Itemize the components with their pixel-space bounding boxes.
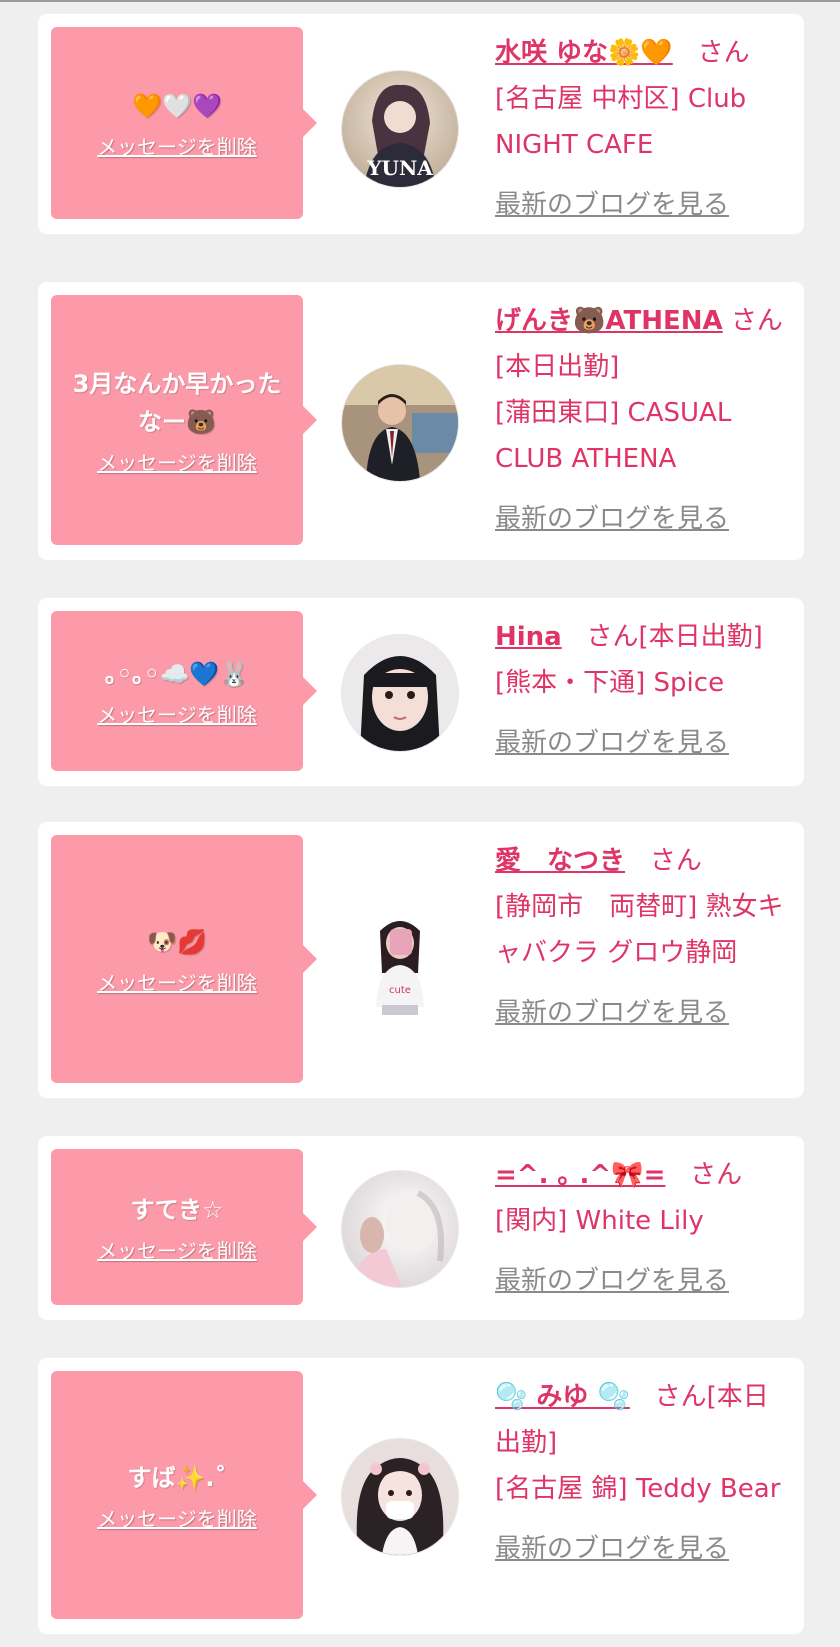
message-bubble: 3月なんか早かったなー🐻 メッセージを削除 <box>51 295 317 545</box>
top-divider <box>0 0 840 2</box>
avatar[interactable]: cute <box>341 902 459 1020</box>
cast-info: =^. ｡ .^🎀= さん [関内] White Lily 最新のブログを見る <box>495 1152 793 1304</box>
message-text: 🧡🤍💜 <box>132 91 222 120</box>
photo-hina-icon <box>342 635 458 751</box>
cast-suffix: さん <box>697 38 750 68</box>
message-card: ｡◦｡◦☁️💙🐰 メッセージを削除 Hina さん[本日出勤] [熊本・下通] … <box>38 598 804 786</box>
avatar[interactable] <box>341 1170 459 1288</box>
message-bubble: 🧡🤍💜 メッセージを削除 <box>51 27 317 219</box>
svg-text:cute: cute <box>389 985 411 996</box>
cast-name-link[interactable]: 🫧 みゆ 🫧 <box>495 1382 630 1412</box>
delete-message-button[interactable]: メッセージを削除 <box>97 447 257 476</box>
store-label: [静岡市 両替町] 熟女キャバクラ グロウ静岡 <box>495 892 784 968</box>
message-bubble: 🐶💋 メッセージを削除 <box>51 835 317 1083</box>
message-card: 🧡🤍💜 メッセージを削除 YUNA 水咲 ゆな🌼🧡 さん [名古屋 中村区] C… <box>38 14 804 234</box>
cast-name-link[interactable]: =^. ｡ .^🎀= <box>495 1160 665 1190</box>
message-card: 🐶💋 メッセージを削除 cute 愛 なつき さん [静岡市 両替町] 熟女キャ… <box>38 822 804 1098</box>
message-text: すば✨.˚ <box>127 1463 227 1492</box>
store-label: [関内] White Lily <box>495 1206 704 1236</box>
latest-blog-link[interactable]: 最新のブログを見る <box>495 182 729 228</box>
latest-blog-link[interactable]: 最新のブログを見る <box>495 496 729 542</box>
cast-info: 水咲 ゆな🌼🧡 さん [名古屋 中村区] Club NIGHT CAFE 最新の… <box>495 30 793 228</box>
photo-natsuki-icon: cute <box>342 903 458 1019</box>
message-text: 3月なんか早かったなー🐻 <box>72 369 282 436</box>
message-card: 3月なんか早かったなー🐻 メッセージを削除 げんき🐻ATHENA さん[本日出勤… <box>38 282 804 560</box>
store-label: [熊本・下通] Spice <box>495 668 725 698</box>
avatar[interactable] <box>341 634 459 752</box>
delete-message-button[interactable]: メッセージを削除 <box>97 131 257 160</box>
delete-message-button[interactable]: メッセージを削除 <box>97 967 257 996</box>
latest-blog-link[interactable]: 最新のブログを見る <box>495 990 729 1036</box>
cast-suffix: さん[本日出勤] <box>586 622 763 652</box>
message-card: すば✨.˚ メッセージを削除 🫧 みゆ 🫧 さん[本日出勤] [名古屋 錦] T… <box>38 1358 804 1634</box>
avatar[interactable] <box>341 1438 459 1556</box>
photo-whitelily-icon <box>342 1171 458 1287</box>
cast-info: 愛 なつき さん [静岡市 両替町] 熟女キャバクラ グロウ静岡 最新のブログを… <box>495 838 793 1036</box>
photo-genki-icon <box>342 365 458 481</box>
cast-suffix: さん <box>690 1160 743 1190</box>
store-label: [名古屋 錦] Teddy Bear <box>495 1474 781 1504</box>
store-label: [名古屋 中村区] Club NIGHT CAFE <box>495 84 747 160</box>
svg-text:YUNA: YUNA <box>366 156 433 180</box>
message-card: すてき☆ メッセージを削除 =^. ｡ .^🎀= さん [関内] White L… <box>38 1136 804 1320</box>
cast-name-link[interactable]: 水咲 ゆな🌼🧡 <box>495 38 673 68</box>
store-label: [蒲田東口] CASUAL CLUB ATHENA <box>495 398 732 474</box>
latest-blog-link[interactable]: 最新のブログを見る <box>495 1258 729 1304</box>
delete-message-button[interactable]: メッセージを削除 <box>97 699 257 728</box>
latest-blog-link[interactable]: 最新のブログを見る <box>495 1526 729 1572</box>
message-text: すてき☆ <box>130 1195 224 1224</box>
avatar[interactable] <box>341 364 459 482</box>
message-text: 🐶💋 <box>147 927 207 956</box>
message-bubble: すてき☆ メッセージを削除 <box>51 1149 317 1305</box>
cast-name-link[interactable]: Hina <box>495 622 562 652</box>
message-bubble: ｡◦｡◦☁️💙🐰 メッセージを削除 <box>51 611 317 771</box>
message-bubble: すば✨.˚ メッセージを削除 <box>51 1371 317 1619</box>
latest-blog-link[interactable]: 最新のブログを見る <box>495 720 729 766</box>
avatar[interactable]: YUNA <box>341 70 459 188</box>
cast-info: 🫧 みゆ 🫧 さん[本日出勤] [名古屋 錦] Teddy Bear 最新のブロ… <box>495 1374 793 1572</box>
cast-name-link[interactable]: 愛 なつき <box>495 846 625 876</box>
delete-message-button[interactable]: メッセージを削除 <box>97 1503 257 1532</box>
cast-name-link[interactable]: げんき🐻ATHENA <box>495 306 723 336</box>
cast-suffix: さん <box>649 846 702 876</box>
delete-message-button[interactable]: メッセージを削除 <box>97 1235 257 1264</box>
cast-info: げんき🐻ATHENA さん[本日出勤] [蒲田東口] CASUAL CLUB A… <box>495 298 793 542</box>
photo-miyu-icon <box>342 1439 458 1555</box>
cast-info: Hina さん[本日出勤] [熊本・下通] Spice 最新のブログを見る <box>495 614 793 766</box>
message-text: ｡◦｡◦☁️💙🐰 <box>104 659 250 688</box>
photo-yuna-icon: YUNA <box>342 71 458 187</box>
